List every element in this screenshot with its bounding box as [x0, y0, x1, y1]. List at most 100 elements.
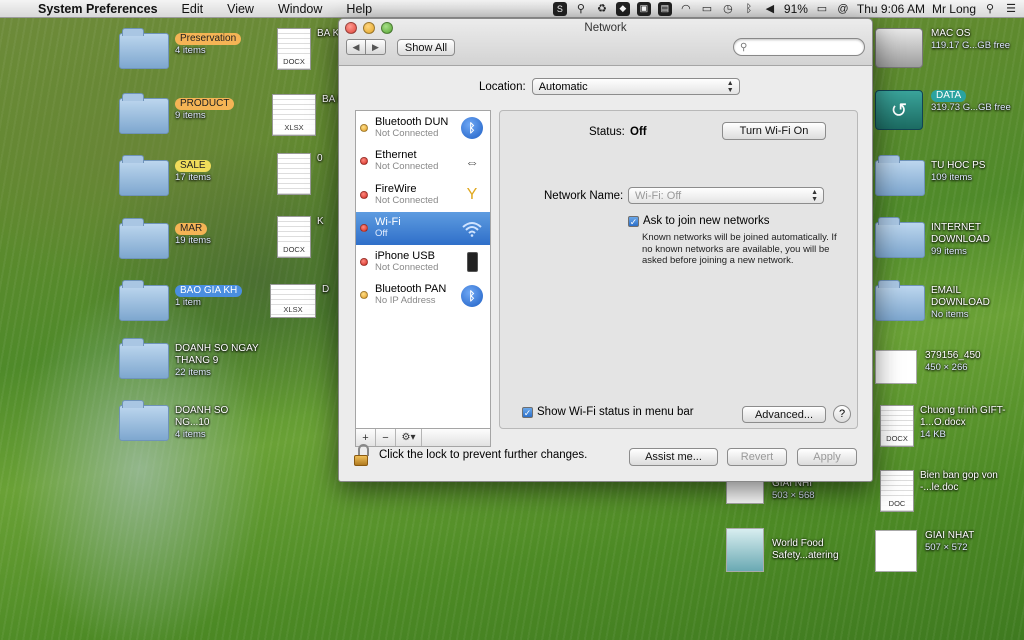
- desktop-document[interactable]: XLSX D: [270, 284, 329, 318]
- contacts-icon[interactable]: ▣: [636, 1, 651, 16]
- folder-label: MAR: [175, 223, 208, 235]
- checkbox-checked-icon[interactable]: ✓: [522, 406, 533, 418]
- document-icon[interactable]: ▤: [657, 1, 672, 16]
- help-button[interactable]: ?: [833, 405, 851, 423]
- dropbox-icon[interactable]: ◆: [615, 1, 630, 16]
- bluetooth-menu-icon[interactable]: ᛒ: [742, 2, 756, 16]
- desktop-folder[interactable]: MAR 19 items: [119, 218, 211, 259]
- document-icon: DOCX: [880, 405, 914, 447]
- service-name: iPhone USB: [375, 249, 435, 262]
- desktop-image[interactable]: 379156_450 450 × 266: [875, 350, 1009, 384]
- service-item-ethernet[interactable]: Ethernet Not Connected ⇔: [356, 145, 490, 179]
- status-label: Status:: [589, 126, 625, 138]
- service-item-bluetooth-pan[interactable]: Bluetooth PAN No IP Address ᛒ: [356, 279, 490, 313]
- service-item-wifi[interactable]: Wi-Fi Off: [356, 211, 490, 245]
- time-machine-icon[interactable]: ◷: [721, 2, 735, 16]
- unlocked-padlock-icon[interactable]: [353, 444, 371, 466]
- popup-arrows-icon: ▲ ▼: [811, 189, 818, 203]
- desktop-folder[interactable]: EMAIL DOWNLOAD No items: [875, 280, 1015, 321]
- desktop-document[interactable]: XLSX BA K: [272, 94, 344, 136]
- menu-edit[interactable]: Edit: [170, 2, 216, 16]
- checkbox-checked-icon[interactable]: ✓: [628, 215, 639, 227]
- search-icon: ⚲: [740, 41, 748, 53]
- document-label: 0: [317, 153, 323, 164]
- desktop-document[interactable]: DOCX BA K: [277, 28, 339, 70]
- search-field[interactable]: ⚲: [733, 38, 865, 56]
- volume-icon[interactable]: ◀: [763, 2, 777, 16]
- document-label: BA K: [317, 28, 340, 39]
- user-name[interactable]: Mr Long: [932, 2, 976, 16]
- document-label: Bien ban gop von -...le.doc: [920, 470, 998, 493]
- image-dimensions: 503 × 568: [772, 490, 815, 501]
- forward-arrow-icon[interactable]: ▶: [366, 39, 386, 55]
- network-name-label: Network Name:: [544, 190, 624, 202]
- desktop-folder[interactable]: SALE 17 items: [119, 155, 211, 196]
- desktop-folder[interactable]: DOANH SO NG...10 4 items: [119, 400, 265, 441]
- network-name-select[interactable]: Wi-Fi: Off ▲ ▼: [628, 187, 824, 204]
- turn-wifi-on-button[interactable]: Turn Wi-Fi On: [722, 122, 826, 140]
- folder-label: TU HOC PS: [931, 160, 986, 171]
- usb-icon[interactable]: ⚲: [574, 2, 588, 16]
- advanced-button[interactable]: Advanced...: [742, 406, 826, 423]
- notifications-icon[interactable]: ▭: [700, 2, 714, 16]
- desktop-document[interactable]: DOCX Chuong trinh GIFT-1...O.docx 14 KB: [880, 405, 1010, 447]
- menu-bar: System Preferences Edit View Window Help…: [0, 0, 1024, 18]
- image-dimensions: 450 × 266: [925, 362, 968, 373]
- desktop-folder[interactable]: TU HOC PS 109 items: [875, 155, 1015, 196]
- service-item-firewire[interactable]: FireWire Not Connected Y: [356, 178, 490, 212]
- folder-item-count: 4 items: [175, 429, 206, 440]
- desktop-folder[interactable]: BAO GIA KH 1 item: [119, 280, 243, 321]
- desktop-drive[interactable]: MAC OS 119.17 G...GB free: [875, 28, 1015, 68]
- popup-arrows-icon: ▲ ▼: [726, 80, 734, 94]
- location-select[interactable]: Automatic ▲ ▼: [531, 78, 740, 95]
- folder-item-count: 19 items: [175, 235, 211, 246]
- document-thumbnail-icon: [726, 528, 764, 572]
- desktop-folder[interactable]: PRODUCT 9 items: [119, 93, 235, 134]
- clock[interactable]: Thu 9:06 AM: [857, 2, 925, 16]
- folder-item-count: 22 items: [175, 367, 211, 378]
- desktop-document[interactable]: 0: [277, 153, 323, 195]
- service-name: FireWire: [375, 182, 417, 195]
- battery-icon[interactable]: ▭: [815, 2, 829, 16]
- desktop-folder[interactable]: Preservation 4 items: [119, 28, 242, 69]
- desktop-folder[interactable]: INTERNET DOWNLOAD 99 items: [875, 217, 1015, 258]
- apply-button[interactable]: Apply: [797, 448, 857, 466]
- menu-view[interactable]: View: [215, 2, 266, 16]
- battery-percent[interactable]: 91%: [784, 2, 808, 16]
- document-icon: DOCX: [277, 216, 311, 258]
- show-all-button[interactable]: Show All: [397, 39, 455, 56]
- menu-help[interactable]: Help: [334, 2, 384, 16]
- folder-icon: [875, 155, 925, 196]
- network-services-list[interactable]: Bluetooth DUN Not Connected ᛒ Ethernet Not…: [355, 110, 491, 429]
- image-label: 379156_450: [925, 350, 981, 361]
- window-titlebar[interactable]: Network ◀ ▶ Show All ⚲: [339, 19, 872, 66]
- notification-center-icon[interactable]: ☰: [1004, 2, 1018, 16]
- service-status: No IP Address: [375, 295, 436, 307]
- network-preferences-window: Network ◀ ▶ Show All ⚲ Location: Automat…: [338, 18, 873, 482]
- show-wifi-status-checkbox-row[interactable]: ✓ Show Wi-Fi status in menu bar: [522, 406, 694, 418]
- status-dot-icon: [360, 157, 368, 166]
- assist-me-button[interactable]: Assist me...: [629, 448, 718, 466]
- folder-item-count: 109 items: [931, 172, 973, 183]
- desktop-image[interactable]: GIAI NHAT 507 × 572: [875, 530, 1009, 572]
- desktop-folder[interactable]: DOANH SO NGAY THANG 9 22 items: [119, 338, 265, 379]
- drive-free-space: 119.17 G...GB free: [931, 40, 1011, 51]
- vietnamese-input-icon[interactable]: @: [836, 2, 850, 16]
- image-label: GIAI NHAT: [925, 530, 975, 541]
- spotlight-search-icon[interactable]: ⚲: [983, 2, 997, 16]
- desktop-document[interactable]: World Food Safety...atering: [726, 528, 856, 572]
- revert-button[interactable]: Revert: [727, 448, 787, 466]
- wifi-menu-icon[interactable]: ◠: [679, 2, 693, 16]
- desktop-document[interactable]: DOC Bien ban gop von -...le.doc: [880, 470, 1010, 512]
- back-arrow-icon[interactable]: ◀: [346, 39, 366, 55]
- service-name: Ethernet: [375, 149, 417, 162]
- recycle-icon[interactable]: ♻: [595, 2, 609, 16]
- menu-window[interactable]: Window: [266, 2, 334, 16]
- menu-app-name[interactable]: System Preferences: [30, 2, 170, 16]
- desktop-drive[interactable]: ↺ DATA 319.73 G...GB free: [875, 90, 1015, 130]
- service-item-bluetooth-dun[interactable]: Bluetooth DUN Not Connected ᛒ: [356, 111, 490, 145]
- service-item-iphone-usb[interactable]: iPhone USB Not Connected: [356, 245, 490, 279]
- skype-icon[interactable]: S: [552, 1, 567, 16]
- ask-to-join-checkbox-row[interactable]: ✓ Ask to join new networks: [628, 215, 770, 227]
- desktop-document[interactable]: DOCX K: [277, 216, 324, 258]
